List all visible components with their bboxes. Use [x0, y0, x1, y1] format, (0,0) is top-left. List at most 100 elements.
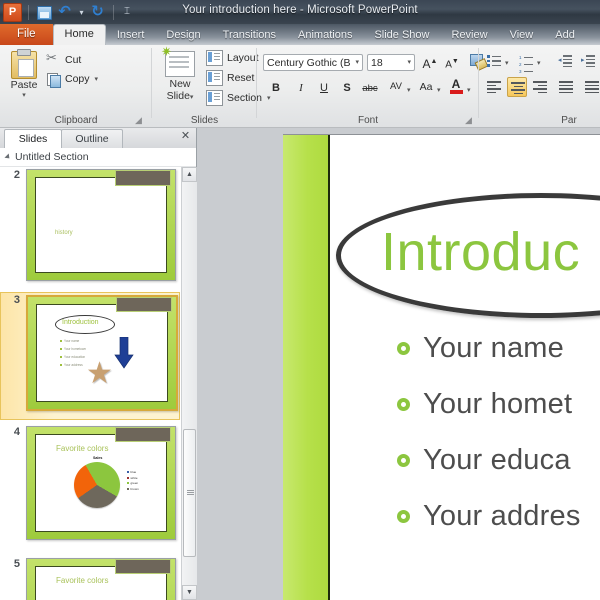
tab-home[interactable]: Home: [52, 24, 106, 45]
slide-bullet: Your hometown: [60, 347, 86, 351]
slide-title-text[interactable]: Introduc: [381, 225, 580, 279]
slide-bullet-row[interactable]: Your name: [397, 332, 564, 364]
redo-button[interactable]: ↻: [89, 3, 107, 21]
slide-title: Introduction: [62, 319, 99, 326]
tab-file[interactable]: File: [0, 24, 53, 45]
align-center-button[interactable]: [507, 77, 527, 97]
tab-slide-show[interactable]: Slide Show: [363, 26, 440, 45]
character-spacing-chevron-down-icon[interactable]: ▾: [407, 86, 411, 94]
save-button[interactable]: [35, 3, 53, 21]
slide-editor-pane[interactable]: Introduc Your name Your homet Your educa…: [197, 128, 600, 600]
undo-dropdown-chevron-down-icon[interactable]: ▾: [77, 3, 86, 21]
font-dialog-launcher-icon[interactable]: ◢: [465, 116, 474, 125]
clipboard-dialog-launcher-icon[interactable]: ◢: [135, 116, 144, 125]
list-item[interactable]: 2 history: [0, 167, 180, 292]
collapse-triangle-icon[interactable]: [4, 153, 12, 161]
paste-button[interactable]: Paste ▾: [6, 49, 42, 105]
qat-divider: [28, 4, 29, 20]
change-case-chevron-down-icon[interactable]: ▾: [437, 86, 441, 94]
paste-chevron-down-icon[interactable]: ▾: [6, 91, 42, 99]
slide-bullet: Your education: [60, 355, 85, 359]
italic-button[interactable]: I: [292, 79, 310, 97]
character-spacing-button[interactable]: AV: [385, 78, 407, 96]
slide-thumbnail-2[interactable]: history: [26, 169, 176, 281]
section-header[interactable]: Untitled Section: [0, 148, 196, 167]
ribbon-tab-strip: File Home Insert Design Transitions Anim…: [0, 24, 600, 45]
slide-thumbnail-5[interactable]: Favorite colors: [26, 558, 176, 600]
slides-pane-tabs: Slides Outline ✕: [0, 128, 196, 149]
slide-bullet-row[interactable]: Your addres: [397, 500, 581, 532]
font-size-chevron-down-icon[interactable]: ▾: [407, 55, 414, 71]
bulleted-list-button[interactable]: [485, 52, 503, 70]
new-slide-button[interactable]: ✷ New Slide▾: [158, 45, 202, 107]
numbered-list-button[interactable]: 1 2 3: [517, 52, 535, 74]
slide-thumbnail-list: 2 history 3 Introduction Your name Your …: [0, 167, 180, 600]
decrease-indent-button[interactable]: ◂: [556, 52, 574, 70]
text-shadow-button[interactable]: S: [338, 79, 356, 97]
undo-button[interactable]: ↶: [56, 3, 74, 21]
slide-bullet-text: Your homet: [423, 388, 573, 420]
slides-group-label: Slides: [190, 115, 219, 126]
align-center-icon: [511, 82, 525, 95]
copy-button[interactable]: Copy ▾: [46, 70, 99, 88]
slide-bullet-row[interactable]: Your homet: [397, 388, 572, 420]
list-item[interactable]: 3 Introduction Your name Your hometown Y…: [0, 292, 180, 422]
increase-indent-button[interactable]: ▸: [579, 52, 597, 70]
tab-add-ins[interactable]: Add: [544, 26, 586, 45]
chart-legend: blue white green brown: [127, 470, 139, 492]
ribbon-tabs: File Home Insert Design Transitions Anim…: [0, 24, 586, 45]
chart-title: Sales: [93, 456, 103, 460]
cut-button[interactable]: Cut: [46, 50, 81, 68]
slide-canvas[interactable]: Introduc Your name Your homet Your educa…: [283, 134, 600, 600]
list-item[interactable]: 5 Favorite colors: [0, 556, 180, 600]
tab-outline[interactable]: Outline: [61, 129, 123, 149]
numbered-list-chevron-down-icon[interactable]: ▾: [537, 59, 541, 67]
slide-bullet-text: Your addres: [423, 500, 581, 532]
strikethrough-button[interactable]: abc: [359, 80, 381, 98]
tab-review[interactable]: Review: [441, 26, 499, 45]
font-size-combobox[interactable]: 18 ▾: [367, 54, 415, 71]
columns-button[interactable]: [583, 78, 600, 96]
scrollbar-thumb[interactable]: [183, 429, 196, 557]
tab-view[interactable]: View: [499, 26, 545, 45]
bulleted-list-chevron-down-icon[interactable]: ▾: [505, 59, 509, 67]
copy-chevron-down-icon[interactable]: ▾: [95, 75, 99, 83]
close-pane-button[interactable]: ✕: [179, 130, 192, 143]
align-right-button[interactable]: [531, 78, 549, 96]
reset-button[interactable]: Reset: [206, 69, 254, 86]
tab-animations[interactable]: Animations: [287, 26, 363, 45]
slide-bullet: Your name: [60, 339, 79, 343]
powerpoint-logo-icon[interactable]: P: [3, 2, 22, 22]
shrink-font-button[interactable]: A▼: [442, 53, 462, 71]
tab-design[interactable]: Design: [155, 26, 211, 45]
tab-transitions[interactable]: Transitions: [212, 26, 287, 45]
reset-icon: [206, 69, 223, 86]
slide-number: 5: [13, 558, 20, 570]
align-left-button[interactable]: [485, 78, 503, 96]
font-color-button[interactable]: A: [448, 78, 464, 96]
bold-button[interactable]: B: [267, 79, 285, 97]
justify-button[interactable]: [557, 78, 575, 96]
change-case-button[interactable]: Aa: [415, 78, 437, 96]
grow-font-button[interactable]: A▲: [420, 53, 440, 71]
underline-button[interactable]: U: [315, 79, 333, 97]
scroll-down-arrow-icon[interactable]: ▼: [182, 585, 197, 600]
tab-insert[interactable]: Insert: [106, 26, 156, 45]
font-color-chevron-down-icon[interactable]: ▾: [467, 86, 471, 94]
ribbon-group-clipboard: Paste ▾ Cut Copy ▾ Format Painter: [0, 45, 152, 158]
scroll-up-arrow-icon[interactable]: ▲: [182, 167, 197, 182]
list-item[interactable]: 4 Favorite colors Sales blue white green…: [0, 424, 180, 554]
tab-slides[interactable]: Slides: [4, 129, 62, 149]
font-group-label: Font: [357, 115, 378, 126]
tan-star-icon: ★: [86, 357, 113, 390]
slide-thumbnail-3[interactable]: Introduction Your name Your hometown You…: [26, 295, 178, 411]
font-name-chevron-down-icon[interactable]: ▾: [355, 55, 362, 71]
new-slide-chevron-down-icon[interactable]: ▾: [190, 94, 194, 101]
slides-pane-scrollbar[interactable]: ▲ ▼: [181, 167, 197, 600]
customize-qat-chevron-down-icon[interactable]: ⌶: [120, 3, 134, 21]
font-name-combobox[interactable]: Century Gothic (B ▾: [263, 54, 363, 71]
reset-label: Reset: [227, 71, 255, 84]
paste-icon: [11, 49, 37, 79]
slide-bullet-row[interactable]: Your educa: [397, 444, 571, 476]
slide-thumbnail-4[interactable]: Favorite colors Sales blue white green b…: [26, 426, 176, 540]
